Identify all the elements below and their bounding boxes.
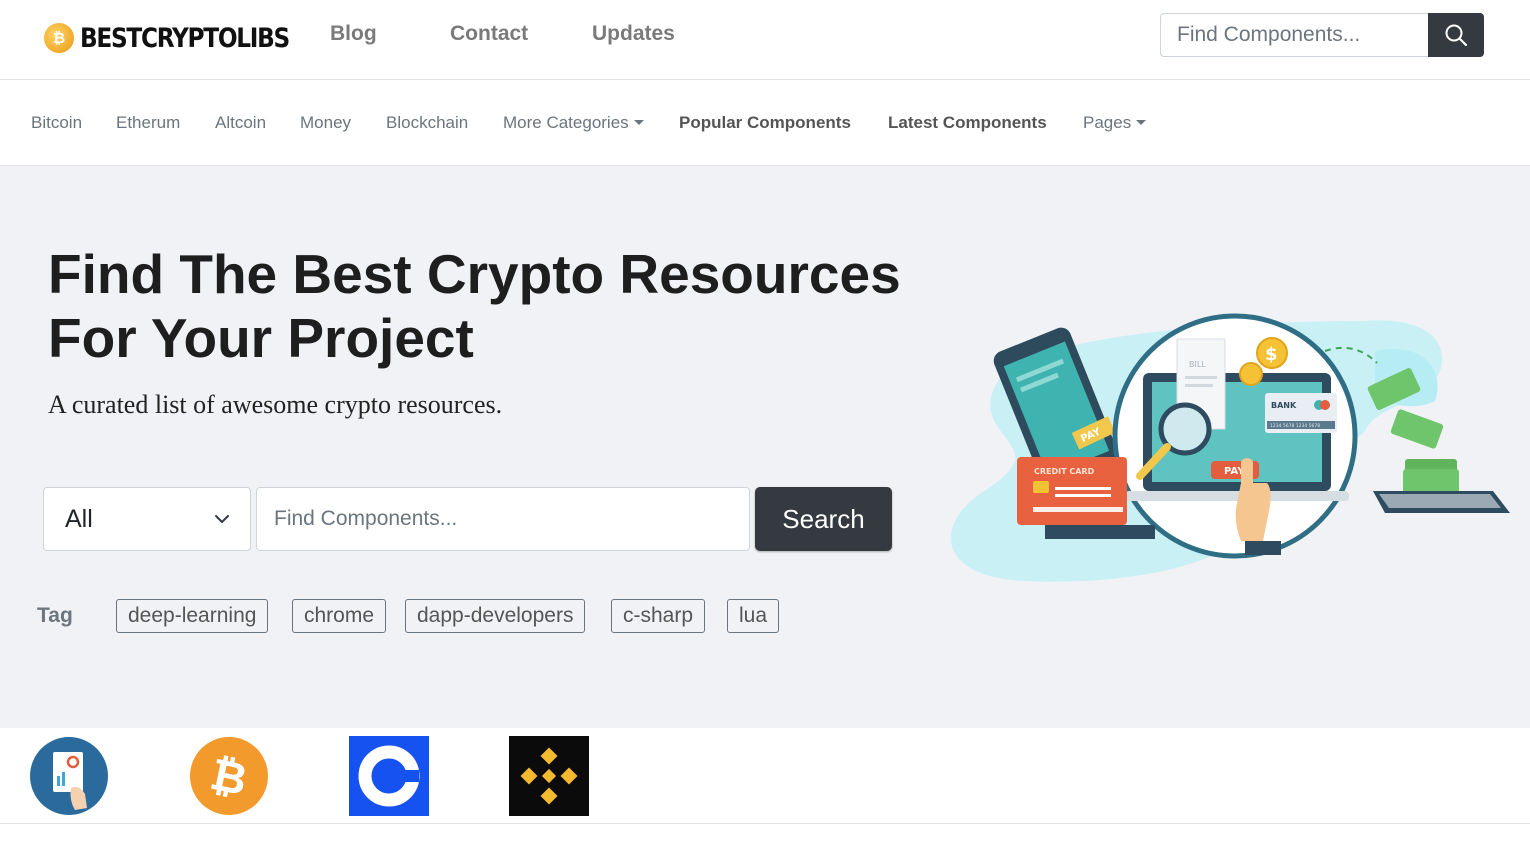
hero-title: Find The Best Crypto Resources For Your … — [48, 242, 928, 370]
bitcoin-coin-icon: ₿ — [44, 23, 74, 53]
binance-icon[interactable] — [509, 736, 589, 816]
credit-card-label: CREDIT CARD — [1034, 467, 1095, 476]
more-categories-label: More Categories — [503, 113, 629, 132]
caret-down-icon — [633, 120, 644, 125]
report-icon[interactable] — [29, 736, 109, 816]
brand-logo[interactable]: ₿ BESTCRYPTOLIBS — [44, 18, 323, 58]
coin-symbol: $ — [1265, 344, 1278, 365]
category-blockchain[interactable]: Blockchain — [386, 113, 468, 133]
top-search-form — [1160, 13, 1484, 57]
category-etherum[interactable]: Etherum — [116, 113, 180, 133]
payment-illustration: PAY BILL BANK 1234 5678 1234 5678 PAY $ — [950, 313, 1510, 582]
category-bitcoin[interactable]: Bitcoin — [31, 113, 82, 133]
card-number: 1234 5678 1234 5678 — [1270, 423, 1320, 429]
chevron-down-icon — [215, 515, 229, 523]
bill-label: BILL — [1189, 360, 1206, 369]
hero-title-line2: For Your Project — [48, 307, 474, 369]
bank-label: BANK — [1271, 401, 1297, 410]
brand-name: BESTCRYPTOLIBS — [80, 22, 290, 54]
tag-dapp-developers[interactable]: dapp-developers — [405, 599, 586, 633]
featured-logos-row: ₿ — [0, 728, 1530, 824]
nav-updates-link[interactable]: Updates — [592, 22, 675, 46]
tag-label: Tag — [37, 604, 73, 627]
category-select[interactable]: All — [43, 487, 251, 551]
popular-components-link[interactable]: Popular Components — [679, 113, 851, 133]
search-icon — [1445, 24, 1468, 47]
hero-search-input[interactable] — [256, 487, 750, 551]
tag-c-sharp[interactable]: c-sharp — [611, 599, 706, 633]
tag-chrome[interactable]: chrome — [292, 599, 387, 633]
category-navbar: Bitcoin Etherum Altcoin Money Blockchain… — [0, 80, 1530, 166]
more-categories-dropdown[interactable]: More Categories — [503, 113, 644, 133]
category-select-value: All — [65, 504, 93, 533]
tag-deep-learning[interactable]: deep-learning — [116, 599, 269, 633]
nav-blog-link[interactable]: Blog — [330, 22, 377, 46]
tag-lua[interactable]: lua — [727, 599, 780, 633]
pages-label: Pages — [1083, 113, 1132, 132]
caret-down-icon — [1136, 120, 1147, 125]
coin-icon-small — [1239, 362, 1263, 386]
latest-components-link[interactable]: Latest Components — [888, 113, 1047, 133]
pages-dropdown[interactable]: Pages — [1083, 113, 1147, 133]
hero-section: Find The Best Crypto Resources For Your … — [0, 166, 1530, 728]
top-search-input[interactable] — [1160, 13, 1428, 57]
category-altcoin[interactable]: Altcoin — [215, 113, 266, 133]
hero-subtitle: A curated list of awesome crypto resourc… — [48, 390, 503, 419]
category-money[interactable]: Money — [300, 113, 351, 133]
bitcoin-icon[interactable]: ₿ — [189, 736, 269, 816]
nav-contact-link[interactable]: Contact — [450, 22, 528, 46]
hero-search-button[interactable]: Search — [755, 487, 892, 551]
money-bills-graphic — [1367, 368, 1510, 513]
top-search-button[interactable] — [1428, 13, 1484, 57]
coinbase-icon[interactable] — [349, 736, 429, 816]
hero-title-line1: Find The Best Crypto Resources — [48, 243, 901, 305]
top-navbar: ₿ BESTCRYPTOLIBS Blog Contact Updates — [0, 0, 1530, 80]
